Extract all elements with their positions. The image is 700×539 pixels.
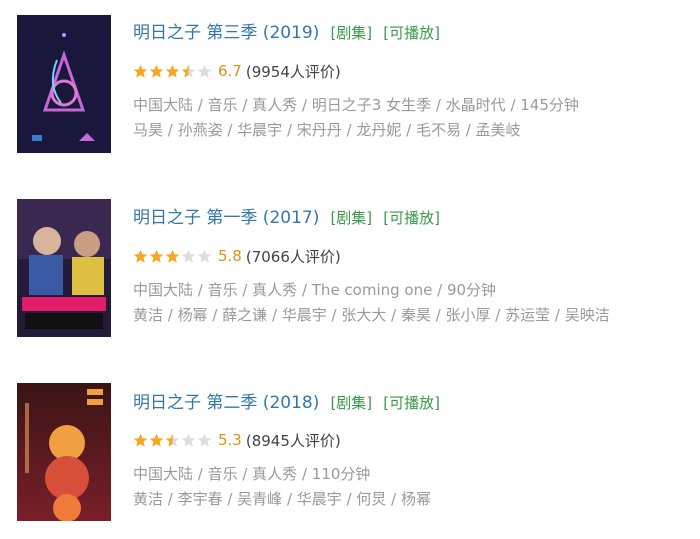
star-rating <box>133 64 213 79</box>
cast-list: 黄洁 / 杨幂 / 薛之谦 / 华晨宇 / 张大大 / 秦昊 / 张小厚 / 苏… <box>133 306 610 324</box>
star-icon <box>181 433 196 447</box>
star-icon <box>149 249 164 263</box>
star-icon <box>165 249 180 263</box>
poster-image[interactable] <box>17 15 111 153</box>
star-icon <box>133 433 148 447</box>
vote-count-link[interactable]: (9954人评价) <box>246 61 341 82</box>
rating-score: 5.3 <box>218 431 242 449</box>
tag-series[interactable]: [剧集] <box>330 394 372 412</box>
tag-playable[interactable]: [可播放] <box>383 394 440 412</box>
star-icon <box>149 433 164 447</box>
star-icon <box>165 433 180 447</box>
result-title-link[interactable]: 明日之子 第三季 (2019) <box>133 23 319 43</box>
meta-info: 中国大陆 / 音乐 / 真人秀 / 明日之子3 女生季 / 水晶时代 / 145… <box>133 96 579 114</box>
result-title-link[interactable]: 明日之子 第一季 (2017) <box>133 208 319 228</box>
tag-series[interactable]: [剧集] <box>330 209 372 227</box>
star-rating <box>133 433 213 448</box>
result-title-link[interactable]: 明日之子 第二季 (2018) <box>133 393 319 413</box>
star-icon <box>181 64 196 78</box>
title-row: 明日之子 第二季 (2018) [剧集] [可播放] <box>133 388 440 414</box>
tag-playable[interactable]: [可播放] <box>383 209 440 227</box>
rating-row: 6.7 (9954人评价) <box>133 60 341 82</box>
title-row: 明日之子 第三季 (2019) [剧集] [可播放] <box>133 18 440 44</box>
star-icon <box>197 64 212 78</box>
star-icon <box>149 64 164 78</box>
star-rating <box>133 249 213 264</box>
rating-score: 5.8 <box>218 247 242 265</box>
rating-row: 5.3 (8945人评价) <box>133 429 341 451</box>
poster-image[interactable] <box>17 383 111 521</box>
star-icon <box>197 249 212 263</box>
star-icon <box>133 64 148 78</box>
title-row: 明日之子 第一季 (2017) [剧集] [可播放] <box>133 203 440 229</box>
tag-series[interactable]: [剧集] <box>330 24 372 42</box>
star-icon <box>197 433 212 447</box>
meta-info: 中国大陆 / 音乐 / 真人秀 / The coming one / 90分钟 <box>133 281 497 299</box>
tag-playable[interactable]: [可播放] <box>383 24 440 42</box>
vote-count-link[interactable]: (7066人评价) <box>246 246 341 267</box>
star-icon <box>133 249 148 263</box>
vote-count-link[interactable]: (8945人评价) <box>246 430 341 451</box>
meta-info: 中国大陆 / 音乐 / 真人秀 / 110分钟 <box>133 465 371 483</box>
poster-image[interactable] <box>17 199 111 337</box>
star-icon <box>181 249 196 263</box>
cast-list: 马昊 / 孙燕姿 / 华晨宇 / 宋丹丹 / 龙丹妮 / 毛不易 / 孟美岐 <box>133 121 521 139</box>
cast-list: 黄洁 / 李宇春 / 吴青峰 / 华晨宇 / 何炅 / 杨幂 <box>133 490 431 508</box>
rating-score: 6.7 <box>218 62 242 80</box>
rating-row: 5.8 (7066人评价) <box>133 245 341 267</box>
star-icon <box>165 64 180 78</box>
